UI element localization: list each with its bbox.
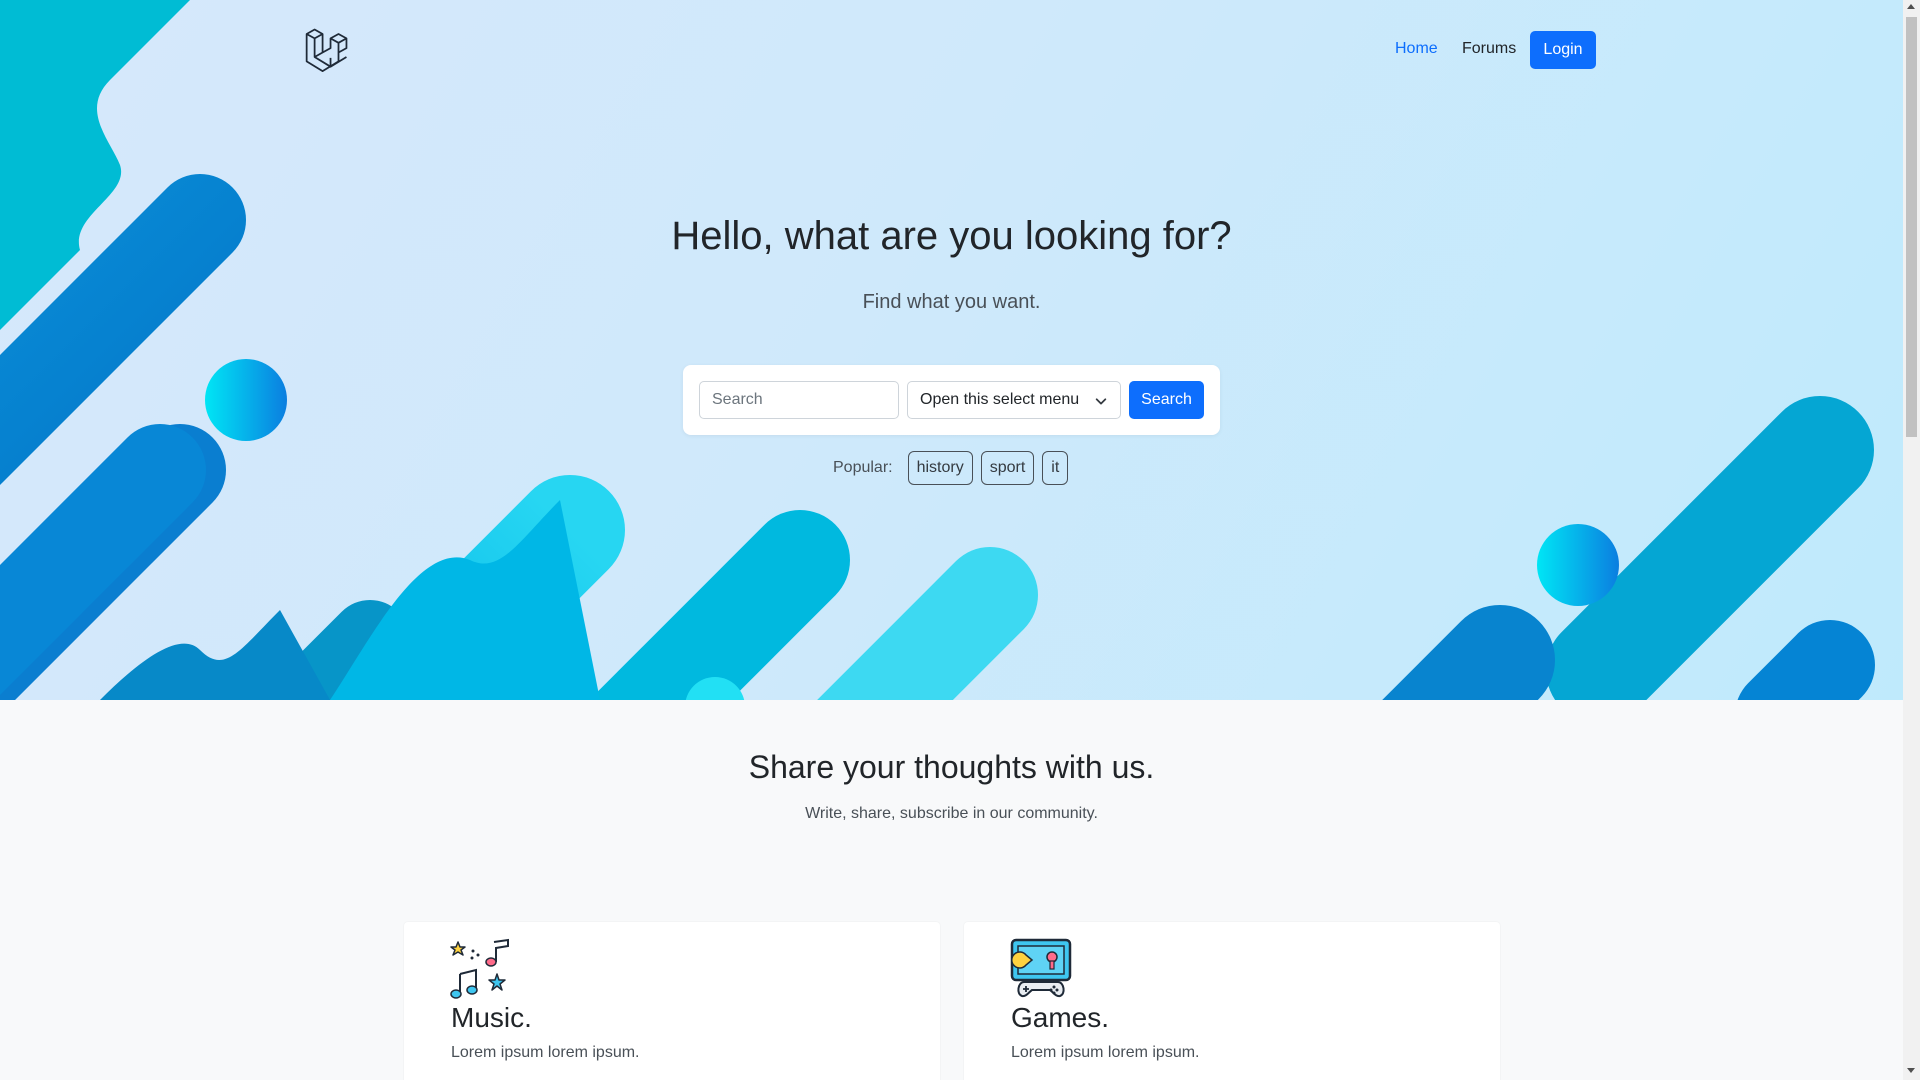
- category-card-games[interactable]: Games. Lorem ipsum lorem ipsum.: [964, 922, 1500, 1080]
- hero-title: Hello, what are you looking for?: [671, 214, 1232, 258]
- music-notes-icon: [450, 938, 509, 999]
- chevron-down-icon: [1095, 398, 1107, 405]
- category-card-music[interactable]: Music. Lorem ipsum lorem ipsum.: [404, 922, 940, 1080]
- tag-it[interactable]: it: [1042, 451, 1069, 485]
- scroll-down-arrow-icon[interactable]: [1907, 1068, 1915, 1073]
- login-button[interactable]: Login: [1530, 31, 1596, 69]
- gamepad-icon: [1010, 938, 1072, 998]
- nav-home-link[interactable]: Home: [1395, 40, 1438, 58]
- navbar: Home Forums Login: [0, 0, 1903, 100]
- page: Home Forums Login Hello, what are you lo…: [0, 0, 1903, 1080]
- search-form: Open this select menu Search: [683, 365, 1220, 435]
- category-select[interactable]: Open this select menu: [907, 381, 1121, 419]
- popular-label: Popular:: [833, 459, 893, 476]
- card-text: Lorem ipsum lorem ipsum.: [451, 1044, 640, 1061]
- tag-history[interactable]: history: [907, 451, 973, 485]
- scroll-up-arrow-icon[interactable]: [1907, 4, 1915, 9]
- card-text: Lorem ipsum lorem ipsum.: [1011, 1044, 1200, 1061]
- hero-background-shapes: [0, 0, 1875, 700]
- card-title: Games.: [1011, 1002, 1110, 1033]
- vertical-scrollbar[interactable]: [1903, 0, 1920, 1080]
- laravel-logo-icon[interactable]: [304, 26, 350, 72]
- hero-subtitle: Find what you want.: [862, 291, 1041, 313]
- popular-tags: Popular: history sport it: [833, 451, 1076, 485]
- search-input[interactable]: [699, 381, 899, 419]
- nav-forums-link[interactable]: Forums: [1462, 40, 1516, 58]
- search-button[interactable]: Search: [1129, 381, 1204, 419]
- hero-section: Home Forums Login Hello, what are you lo…: [0, 0, 1903, 700]
- card-title: Music.: [451, 1002, 532, 1033]
- category-select-value: Open this select menu: [920, 391, 1080, 408]
- section-subtitle: Write, share, subscribe in our community…: [805, 805, 1098, 822]
- scroll-thumb[interactable]: [1906, 17, 1917, 437]
- tag-sport[interactable]: sport: [980, 451, 1035, 485]
- section-title: Share your thoughts with us.: [748, 749, 1155, 785]
